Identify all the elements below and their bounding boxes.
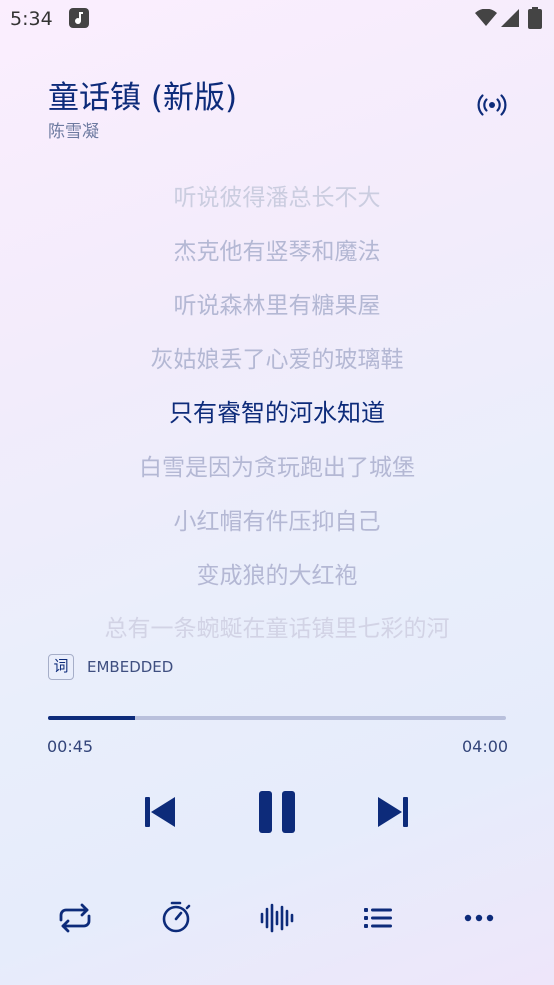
signal-icon <box>501 9 519 27</box>
lyric-line[interactable]: 小红帽有件压抑自己 <box>0 502 554 536</box>
repeat-icon <box>59 903 91 933</box>
next-button[interactable] <box>375 795 411 833</box>
lyric-line[interactable]: 白雪是因为贪玩跑出了城堡 <box>0 448 554 482</box>
lyric-source-label: EMBEDDED <box>87 658 174 676</box>
previous-button[interactable] <box>142 795 178 833</box>
cast-button[interactable] <box>476 89 508 121</box>
lyric-line[interactable]: 杰克他有竖琴和魔法 <box>0 232 554 266</box>
status-time: 5:34 <box>10 8 53 30</box>
wifi-icon <box>475 9 497 26</box>
lyric-line[interactable]: 变成狼的大红袍 <box>0 556 554 590</box>
queue-list-icon <box>364 908 392 928</box>
repeat-button[interactable] <box>55 898 95 938</box>
seek-bar-progress <box>48 716 136 720</box>
lyric-line[interactable]: 总有一条蜿蜒在童话镇里七彩的河 <box>0 609 554 643</box>
lyric-line[interactable]: 灰姑娘丢了心爱的玻璃鞋 <box>0 340 554 374</box>
audio-effects-button[interactable] <box>257 898 297 938</box>
music-notification-icon <box>69 8 89 28</box>
lyric-line-current[interactable]: 只有睿智的河水知道 <box>0 393 554 428</box>
skip-previous-icon <box>145 797 175 827</box>
more-options-button[interactable] <box>459 898 499 938</box>
lyric-line[interactable]: 听说森林里有糖果屋 <box>0 286 554 320</box>
time-total: 04:00 <box>462 737 509 756</box>
pause-button[interactable] <box>256 789 298 839</box>
seek-bar[interactable] <box>48 716 506 720</box>
battery-icon <box>528 7 542 29</box>
playlist-button[interactable] <box>358 898 398 938</box>
cast-icon <box>477 94 507 116</box>
song-title: 童话镇 (新版) <box>48 80 238 116</box>
sleep-timer-button[interactable] <box>156 898 196 938</box>
artist-name[interactable]: 陈雪凝 <box>48 117 99 142</box>
status-bar: 5:34 <box>0 0 554 38</box>
lyrics-badge[interactable]: 词 <box>48 654 74 680</box>
pause-icon <box>259 791 295 833</box>
audio-waveform-icon <box>260 903 294 933</box>
more-horizontal-icon <box>464 914 494 922</box>
time-elapsed: 00:45 <box>47 737 94 756</box>
lyric-line[interactable]: 听说彼得潘总长不大 <box>0 178 554 212</box>
lyrics-view[interactable]: 听说彼得潘总长不大 杰克他有竖琴和魔法 听说森林里有糖果屋 灰姑娘丢了心爱的玻璃… <box>0 168 554 643</box>
skip-next-icon <box>378 797 408 827</box>
timer-icon <box>162 901 191 933</box>
